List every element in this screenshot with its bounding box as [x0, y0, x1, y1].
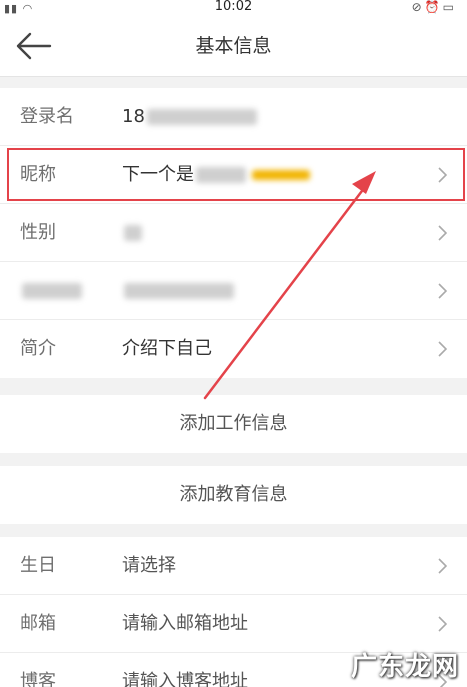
email-row[interactable]: 邮箱 请输入邮箱地址	[0, 595, 467, 653]
blog-value: 请输入博客地址	[122, 671, 248, 687]
chevron-right-icon	[438, 341, 447, 357]
blog-row[interactable]: 博客 请输入博客地址	[0, 653, 467, 687]
status-icons: ⊘⏰▭	[412, 0, 457, 14]
redacted-login	[146, 109, 257, 125]
gender-row[interactable]: 性别	[0, 204, 467, 262]
chevron-right-icon	[438, 616, 447, 632]
chevron-right-icon	[438, 225, 447, 241]
birthday-value: 请选择	[122, 555, 176, 576]
redacted-gender	[124, 225, 142, 241]
intro-value: 介绍下自己	[122, 338, 212, 359]
nickname-row[interactable]: 昵称 下一个是	[0, 146, 467, 204]
login-name-label: 登录名	[20, 106, 74, 127]
blog-label: 博客	[20, 671, 56, 687]
login-name-row: 登录名 18	[0, 88, 467, 146]
birthday-label: 生日	[20, 555, 56, 576]
mute-icon: ⊘	[411, 0, 425, 14]
battery-icon: ▭	[442, 0, 457, 14]
navbar: 基本信息	[0, 16, 467, 77]
chevron-right-icon	[438, 283, 447, 299]
intro-label: 简介	[20, 338, 56, 359]
add-education-button[interactable]: 添加教育信息	[0, 466, 467, 524]
redacted-nickname-highlight	[252, 170, 310, 180]
status-bar: ▮▮ ◠ 10:02 ⊘⏰▭	[0, 0, 467, 16]
email-value: 请输入邮箱地址	[122, 613, 248, 634]
location-row[interactable]	[0, 262, 467, 320]
alarm-icon: ⏰	[424, 0, 443, 14]
birthday-row[interactable]: 生日 请选择	[0, 537, 467, 595]
nickname-label: 昵称	[20, 164, 56, 185]
back-arrow-icon[interactable]	[14, 30, 52, 62]
nickname-value: 下一个是	[122, 146, 310, 204]
login-name-value: 18	[122, 88, 257, 146]
status-time: 10:02	[214, 0, 253, 14]
gender-label: 性别	[20, 222, 56, 243]
chevron-right-icon	[438, 558, 447, 574]
page-title: 基本信息	[195, 35, 272, 57]
email-label: 邮箱	[20, 613, 56, 634]
login-name-text: 18	[122, 106, 145, 127]
redacted-nickname	[196, 167, 246, 183]
chevron-right-icon	[438, 167, 447, 183]
chevron-right-icon	[438, 674, 447, 687]
redacted-location-value	[124, 283, 234, 299]
nickname-text: 下一个是	[122, 164, 194, 185]
intro-row[interactable]: 简介 介绍下自己	[0, 320, 467, 378]
add-work-button[interactable]: 添加工作信息	[0, 395, 467, 453]
redacted-location-label	[22, 283, 82, 299]
